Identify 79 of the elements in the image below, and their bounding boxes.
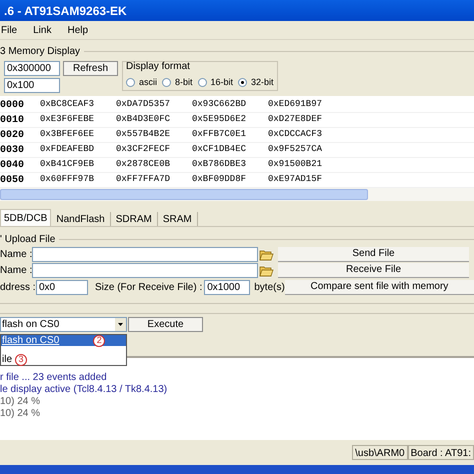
value-cell-text: 0xBF09DD8F — [192, 173, 248, 186]
radio-label: 32-bit — [251, 76, 274, 89]
radio-button[interactable] — [198, 78, 207, 88]
dropdown-item[interactable]: flash on CS0 2 — [1, 335, 126, 346]
scrollbar-thumb[interactable] — [0, 189, 368, 200]
file-name-field[interactable] — [32, 263, 258, 278]
menu-item[interactable]: Help — [66, 22, 90, 38]
log-line: 10) 24 % — [0, 408, 42, 420]
log-line: r file ... 23 events added — [0, 372, 108, 384]
value-cell-text: 0x3CF2FECF — [116, 143, 172, 156]
group-title: 3 Memory Display — [0, 44, 80, 58]
radio-label: 8-bit — [175, 76, 193, 89]
address-cell-text: 0050 — [0, 174, 26, 188]
value-cell-text: 0x91500B21 — [268, 158, 324, 172]
address-field[interactable]: 0x0 — [36, 280, 88, 295]
refresh-button[interactable]: Refresh — [63, 61, 118, 76]
field-label: Size (For Receive File) : — [95, 281, 202, 295]
value-cell-text: 0xED691B97 — [268, 98, 324, 112]
value-cell-text: 0xB786DBE3 — [192, 158, 248, 172]
window-title: .6 - AT91SAM9263-EK — [4, 2, 127, 20]
radio-button[interactable] — [162, 78, 172, 88]
annotation-number: 3 — [15, 354, 28, 366]
radio-button[interactable] — [238, 78, 248, 88]
address-cell-text: 0040 — [0, 158, 26, 172]
value-cell-text: 0x9F5257CA — [268, 143, 324, 156]
unit-label: byte(s) — [254, 281, 285, 295]
value-cell-text: 0x557B4B2E — [116, 128, 172, 142]
value-cell-text: 0x5E95D6E2 — [192, 113, 248, 126]
field-label: ddress : — [0, 281, 35, 295]
value-cell-text: 0xCF1DB4EC — [192, 143, 248, 156]
dropdown-value: flash on CS0 — [1, 318, 60, 332]
field-label: Name : — [0, 264, 31, 278]
send-file-button[interactable]: Send File — [278, 247, 469, 262]
receive-file-button[interactable]: Receive File — [278, 263, 469, 278]
group-title: ' Upload File — [0, 232, 56, 246]
log-line: 10) 24 % — [0, 396, 42, 408]
script-dropdown[interactable]: flash on CS0 — [0, 317, 127, 332]
value-cell-text: 0x3BFEF6EE — [40, 128, 96, 142]
field-label: Name : — [0, 248, 31, 262]
dropdown-item[interactable]: ile 3 — [1, 354, 126, 365]
value-cell-text: 0xD27E8DEF — [268, 113, 324, 126]
address-cell-text: 0030 — [0, 144, 26, 158]
address-cell-text: 0010 — [0, 114, 26, 128]
tab[interactable]: NandFlash — [51, 212, 111, 226]
group-title: Display format — [126, 62, 190, 72]
tab[interactable]: 5DB/DCB — [0, 209, 52, 226]
execute-button[interactable]: Execute — [128, 317, 203, 332]
value-cell-text: 0xFF7FFA7D — [116, 173, 172, 186]
size-field[interactable]: 0x100 — [4, 78, 60, 93]
menu-item[interactable]: File — [0, 22, 18, 38]
value-cell-text: 0xB41CF9EB — [40, 158, 96, 172]
menu-item[interactable]: Link — [32, 22, 52, 38]
log-line: le display active (Tcl8.4.13 / Tk8.4.13) — [0, 384, 168, 396]
horizontal-scrollbar[interactable] — [0, 188, 474, 201]
value-cell-text: 0xE3F6FEBE — [40, 113, 96, 126]
size-field[interactable]: 0x1000 — [204, 280, 250, 295]
value-cell-text: 0x2878CE0B — [116, 158, 172, 172]
radio-label: ascii — [139, 76, 158, 89]
tab[interactable]: SDRAM — [110, 212, 158, 226]
radio-button[interactable] — [126, 78, 135, 88]
tab[interactable]: SRAM — [158, 212, 198, 226]
status-field: \usb\ARM0 — [352, 445, 408, 460]
value-cell-text: 0x60FFF97B — [40, 173, 96, 186]
value-cell-text: 0xE97AD15F — [268, 173, 324, 186]
file-name-field[interactable] — [32, 247, 258, 262]
value-cell-text: 0xFDEAFEBD — [40, 143, 96, 156]
value-cell-text: 0xB4D3E0FC — [116, 113, 172, 126]
value-cell-text: 0xDA7D5357 — [116, 98, 172, 112]
address-field[interactable]: 0x300000 — [4, 61, 60, 76]
radio-label: 16-bit — [210, 76, 234, 89]
address-cell-text: 0000 — [0, 98, 26, 112]
value-cell-text: 0xCDCCACF3 — [268, 128, 324, 142]
annotation-number: 2 — [93, 334, 106, 346]
value-cell-text: 0xFFB7C0E1 — [192, 128, 248, 142]
compare-button[interactable]: Compare sent file with memory — [284, 280, 474, 295]
value-cell-text: 0x93C662BD — [192, 98, 248, 112]
value-cell-text: 0xBC8CEAF3 — [40, 98, 96, 112]
status-field: Board : AT91: — [408, 445, 474, 460]
address-cell-text: 0020 — [0, 128, 26, 142]
